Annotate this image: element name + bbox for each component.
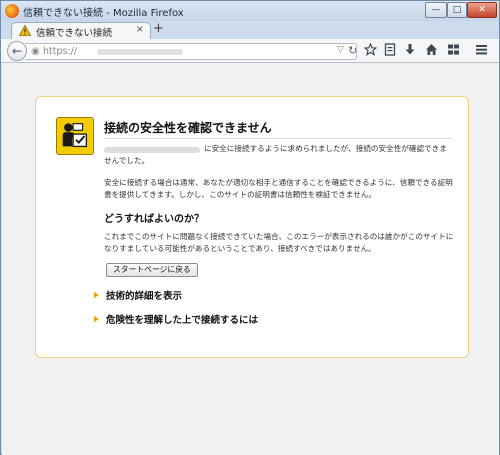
error-explanation: 安全に接続する場合は通常、あなたが適切な相手と通信することを確認できるように、信… [104,178,453,199]
tab-untrusted-connection[interactable]: 信頼できない接続 × [11,22,151,39]
window-title: 信頼できない接続 - Mozilla Firefox [23,8,184,19]
title-divider [104,138,452,139]
firefox-logo-icon [5,4,19,18]
star-icon[interactable] [364,43,377,56]
globe-icon: ◉ [31,46,40,57]
reading-list-icon[interactable] [384,43,396,56]
new-tab-button[interactable]: + [153,22,164,36]
expand-arrow-icon [94,292,99,298]
tab-strip: 信頼できない接続 × + [1,21,499,39]
warning-icon [19,25,31,36]
browser-window: 信頼できない接続 - Mozilla Firefox — □ ✕ 信頼できない接… [0,0,500,455]
menu-icon[interactable] [475,43,488,56]
maximize-button[interactable]: □ [447,2,467,18]
certificate-inspector-icon [56,117,94,155]
error-title: 接続の安全性を確認できません [104,121,272,135]
url-bar[interactable]: ◉ https:// ▽ ↻ [25,43,357,60]
url-dropdown-icon[interactable]: ▽ [337,45,344,55]
title-bar: 信頼できない接続 - Mozilla Firefox — □ ✕ [1,1,499,21]
technical-details-label: 技術的詳細を表示 [106,291,183,302]
download-icon[interactable] [404,43,416,56]
error-panel: 接続の安全性を確認できません に安全に接続するように求められましたが、接続の安全… [35,96,469,358]
understand-risks-expander[interactable]: 危険性を理解した上で接続するには [94,312,258,326]
back-button[interactable]: ← [7,41,27,61]
what-to-do-heading: どうすればよいのか？ [104,214,204,225]
understand-risks-label: 危険性を理解した上で接続するには [106,315,259,326]
close-window-button[interactable]: ✕ [467,2,497,18]
sync-icon[interactable] [447,43,460,56]
tab-close-icon[interactable]: × [136,24,144,35]
site-host-redacted [104,147,200,153]
url-scheme: https:// [43,46,78,57]
reload-icon[interactable]: ↻ [348,44,357,57]
what-to-do-text: これまでこのサイトに問題なく接続できていた場合、このエラーが表示されるのは誰かが… [104,232,454,253]
tab-label: 信頼できない接続 [36,28,113,39]
url-host-redacted [97,49,183,55]
error-description-line2: せんでした。 [104,156,150,165]
page-content: 接続の安全性を確認できません に安全に接続するように求められましたが、接続の安全… [2,63,499,455]
error-description-line1: に安全に接続するように求められましたが、接続の安全性が確認できま [204,144,447,153]
technical-details-expander[interactable]: 技術的詳細を表示 [94,288,182,302]
minimize-button[interactable]: — [425,2,447,18]
expand-arrow-icon [94,316,99,322]
back-arrow-icon: ← [11,44,23,58]
home-icon[interactable] [425,43,438,56]
go-to-start-page-button[interactable]: スタートページに戻る [106,263,198,277]
navigation-bar: ◉ https:// ▽ ↻ ← [1,39,499,63]
